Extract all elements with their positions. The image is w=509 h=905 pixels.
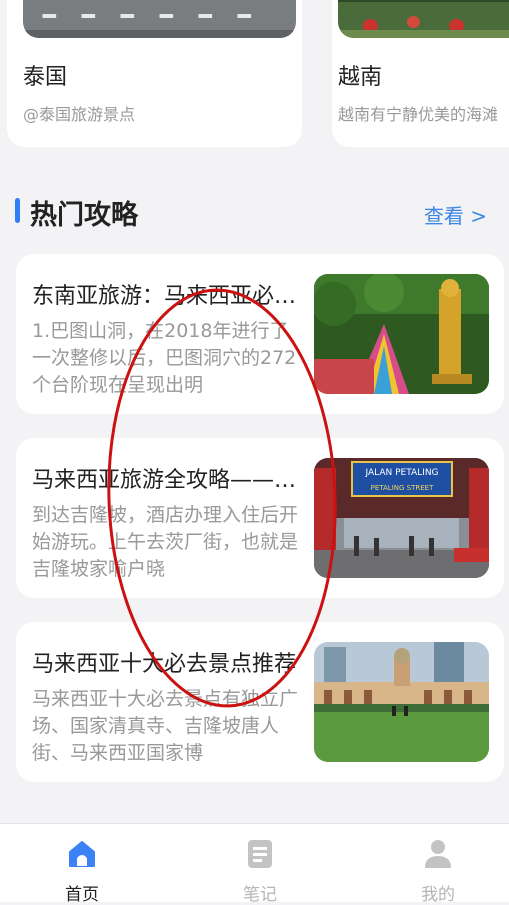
guide-card[interactable]: 马来西亚十大必去景点推荐 马来西亚十大必去景点有独立广场、国家清真寺、吉隆坡唐人… — [16, 622, 504, 782]
tab-label: 笔记 — [243, 885, 277, 905]
tab-home[interactable]: 首页 — [32, 824, 132, 905]
destination-name: 泰国 — [23, 65, 68, 90]
destination-desc: 越南有宁静优美的海滩 — [338, 105, 499, 124]
section-title: 热门攻略 — [30, 200, 138, 231]
destination-image — [338, 0, 509, 38]
view-more-link[interactable]: 查看 > — [424, 200, 487, 229]
guide-card[interactable]: 马来西亚旅游全攻略——吉隆坡 到达吉隆坡，酒店办理入住后开始游玩。上午去茨厂街，… — [16, 438, 504, 598]
guide-title: 马来西亚旅游全攻略——吉隆坡 — [32, 468, 297, 493]
sign-text: JALAN PETALING — [364, 468, 438, 478]
destination-name: 越南 — [338, 65, 383, 90]
user-icon — [425, 840, 451, 868]
notes-icon — [248, 840, 272, 868]
guide-card[interactable]: 东南亚旅游：马来西亚必去景点 1.巴图山洞，在2018年进行了一次整修以后，巴图… — [16, 254, 504, 414]
tab-label: 我的 — [421, 885, 455, 905]
bottom-tab-bar: 首页 笔记 我的 — [0, 823, 509, 905]
sign-subtext: PETALING STREET — [371, 484, 434, 492]
home-icon — [69, 841, 95, 867]
guide-title: 东南亚旅游：马来西亚必去景点 — [32, 284, 297, 309]
destination-image — [23, 0, 296, 38]
tab-label: 首页 — [65, 885, 99, 905]
guide-thumbnail-batu-caves — [314, 274, 489, 394]
guide-summary: 1.巴图山洞，在2018年进行了一次整修以后，巴图洞穴的272个台阶现在呈现出明 — [32, 320, 297, 396]
guide-thumbnail-independence-square — [314, 642, 489, 762]
section-accent-bar — [15, 198, 20, 223]
guide-summary: 马来西亚十大必去景点有独立广场、国家清真寺、吉隆坡唐人街、马来西亚国家博 — [32, 688, 299, 764]
tab-notes[interactable]: 笔记 — [210, 824, 310, 905]
guide-thumbnail-petaling-street: JALAN PETALING PETALING STREET — [314, 458, 489, 578]
guide-summary: 到达吉隆坡，酒店办理入住后开始游玩。上午去茨厂街，也就是吉隆坡家喻户晓 — [32, 504, 299, 580]
guide-title: 马来西亚十大必去景点推荐 — [32, 652, 297, 677]
destination-desc: @泰国旅游景点 — [23, 105, 136, 124]
destination-card-thailand[interactable]: 泰国 @泰国旅游景点 — [7, 0, 302, 147]
tab-profile[interactable]: 我的 — [388, 824, 488, 905]
destination-card-vietnam[interactable]: 越南 越南有宁静优美的海滩 — [332, 0, 509, 147]
